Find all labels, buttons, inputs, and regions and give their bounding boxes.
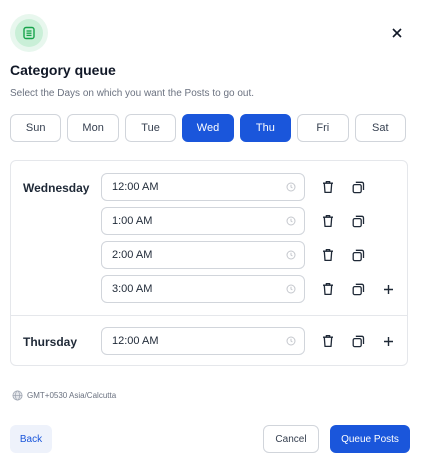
close-button[interactable] <box>388 24 406 42</box>
timezone-label: GMT+0530 Asia/Calcutta <box>27 391 117 400</box>
add-time-button[interactable] <box>379 280 397 298</box>
clock-icon <box>286 250 296 260</box>
time-input[interactable]: 12:00 AM <box>101 327 305 355</box>
time-slot-row: 2:00 AM <box>101 241 367 269</box>
delete-button[interactable] <box>319 178 337 196</box>
plus-icon <box>383 284 393 294</box>
day-toggle-sat[interactable]: Sat <box>354 114 406 142</box>
day-toggle-sun[interactable]: Sun <box>10 114 62 142</box>
time-slot-row: 12:00 AM <box>101 327 397 355</box>
duplicate-button[interactable] <box>349 246 367 264</box>
duplicate-button[interactable] <box>349 332 367 350</box>
day-toggle-tue[interactable]: Tue <box>124 114 177 142</box>
time-value: 2:00 AM <box>112 249 153 261</box>
globe-icon <box>12 390 23 401</box>
cancel-button[interactable]: Cancel <box>263 425 319 453</box>
duplicate-button[interactable] <box>349 212 367 230</box>
time-slot-row: 1:00 AM <box>101 207 367 235</box>
day-selector: Sun Mon Tue Wed Thu Fri Sat <box>10 114 406 142</box>
time-value: 12:00 AM <box>112 335 159 347</box>
day-label-thursday: Thursday <box>23 335 78 349</box>
day-toggle-fri[interactable]: Fri <box>297 114 349 142</box>
trash-icon <box>323 248 333 262</box>
schedule-panel: Wednesday 12:00 AM 1:00 AM 2:00 AM 3:00 … <box>10 160 408 366</box>
copy-icon <box>352 181 364 193</box>
time-value: 12:00 AM <box>112 181 159 193</box>
day-label-wednesday: Wednesday <box>23 181 90 195</box>
modal-title: Category queue <box>10 62 116 78</box>
time-input[interactable]: 3:00 AM <box>101 275 305 303</box>
day-toggle-mon[interactable]: Mon <box>67 114 119 142</box>
clock-icon <box>286 216 296 226</box>
clock-icon <box>286 284 296 294</box>
list-icon <box>15 19 43 47</box>
delete-button[interactable] <box>319 212 337 230</box>
copy-icon <box>352 335 364 347</box>
copy-icon <box>352 215 364 227</box>
queue-posts-button[interactable]: Queue Posts <box>330 425 410 453</box>
timezone-info: GMT+0530 Asia/Calcutta <box>12 390 116 401</box>
day-toggle-wed[interactable]: Wed <box>182 114 234 142</box>
section-divider <box>11 315 407 316</box>
clock-icon <box>286 182 296 192</box>
trash-icon <box>323 214 333 228</box>
delete-button[interactable] <box>319 246 337 264</box>
time-input[interactable]: 12:00 AM <box>101 173 305 201</box>
close-icon <box>392 28 402 38</box>
copy-icon <box>352 249 364 261</box>
modal-subtitle: Select the Days on which you want the Po… <box>10 88 255 99</box>
trash-icon <box>323 282 333 296</box>
duplicate-button[interactable] <box>349 280 367 298</box>
time-slot-row: 3:00 AM <box>101 275 397 303</box>
duplicate-button[interactable] <box>349 178 367 196</box>
time-slot-row: 12:00 AM <box>101 173 367 201</box>
time-value: 3:00 AM <box>112 283 153 295</box>
back-button[interactable]: Back <box>10 425 52 453</box>
day-toggle-thu[interactable]: Thu <box>239 114 292 142</box>
time-input[interactable]: 2:00 AM <box>101 241 305 269</box>
delete-button[interactable] <box>319 280 337 298</box>
trash-icon <box>323 334 333 348</box>
time-value: 1:00 AM <box>112 215 153 227</box>
plus-icon <box>383 336 393 346</box>
trash-icon <box>323 180 333 194</box>
clock-icon <box>286 336 296 346</box>
time-input[interactable]: 1:00 AM <box>101 207 305 235</box>
category-icon-badge <box>10 14 48 52</box>
add-time-button[interactable] <box>379 332 397 350</box>
copy-icon <box>352 283 364 295</box>
delete-button[interactable] <box>319 332 337 350</box>
